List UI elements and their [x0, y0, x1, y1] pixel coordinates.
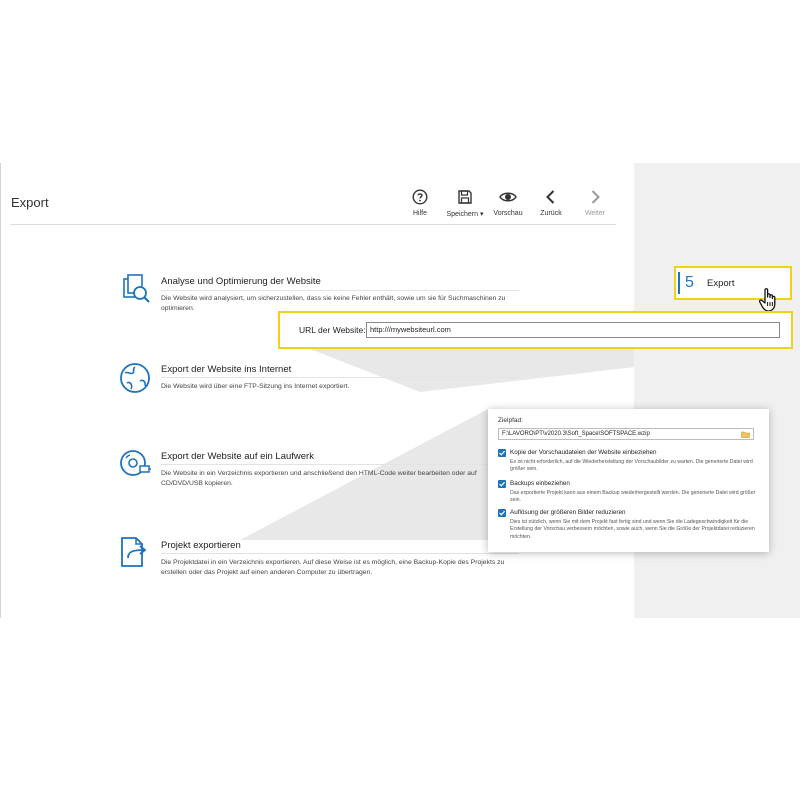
- option-label: Kopie der Vorschaudateien der Website ei…: [510, 449, 657, 456]
- section-title: Projekt exportieren: [161, 540, 241, 551]
- section-description: Die Projektdatei in ein Verzeichnis expo…: [161, 559, 505, 577]
- section-divider: [161, 377, 519, 378]
- checkmark-icon: [499, 450, 506, 456]
- step-label: Export: [707, 278, 735, 289]
- section-divider: [161, 464, 519, 465]
- next-label: Weiter: [584, 210, 606, 217]
- hand-pointer-icon: [758, 288, 776, 312]
- section-description: Die Website in ein Verzeichnis exportier…: [161, 470, 477, 488]
- window-left-border: [0, 163, 1, 618]
- checkbox[interactable]: [498, 449, 506, 457]
- analyze-icon: [123, 274, 150, 303]
- file-export-icon: [121, 537, 147, 567]
- chevron-left-icon: [546, 190, 555, 204]
- section-divider: [161, 553, 519, 554]
- floppy-disk-icon: [458, 190, 472, 204]
- option-label: Auflösung der größeren Bilder reduzieren: [510, 509, 626, 516]
- page-title: Export: [11, 195, 49, 210]
- checkbox[interactable]: [498, 509, 506, 517]
- url-callout: URL der Website: http:///mywebsiteurl.co…: [278, 311, 793, 349]
- section-title: Analyse und Optimierung der Website: [161, 276, 321, 287]
- section-analyze[interactable]: Analyse und Optimierung der Website Die …: [118, 273, 538, 313]
- folder-icon[interactable]: [741, 431, 750, 438]
- option-description: Das exportierte Projekt kann aus einem B…: [510, 490, 756, 504]
- section-export-project[interactable]: Projekt exportieren Die Projektdatei in …: [118, 536, 538, 586]
- help-icon: [412, 189, 428, 205]
- step-number: 5: [685, 274, 694, 291]
- checkmark-icon: [499, 510, 506, 516]
- section-divider: [161, 290, 519, 291]
- path-label: Zielpfad:: [498, 417, 523, 424]
- header-divider: [10, 224, 616, 225]
- next-button[interactable]: Weiter: [569, 189, 621, 217]
- disc-usb-icon: [120, 450, 151, 476]
- section-export-internet[interactable]: Export der Website ins Internet Die Webs…: [118, 361, 538, 401]
- path-input[interactable]: F:\LAVORO\PT\v2020.3\Soft_Space\SOFTSPAC…: [498, 428, 754, 440]
- export-options-panel: Zielpfad: F:\LAVORO\PT\v2020.3\Soft_Spac…: [488, 409, 769, 552]
- option-label: Backups einbeziehen: [510, 480, 570, 487]
- section-export-drive[interactable]: Export der Website auf ein Laufwerk Die …: [118, 446, 538, 496]
- section-description: Die Website wird über eine FTP-Sitzung i…: [161, 383, 350, 390]
- step-active-indicator: [678, 272, 680, 294]
- url-label: URL der Website:: [299, 325, 366, 335]
- path-value: F:\LAVORO\PT\v2020.3\Soft_Space\SOFTSPAC…: [502, 431, 650, 437]
- checkmark-icon: [499, 481, 506, 487]
- section-title: Export der Website ins Internet: [161, 364, 292, 375]
- eye-icon: [499, 192, 517, 202]
- chevron-right-icon: [591, 190, 600, 204]
- globe-icon: [120, 363, 150, 393]
- section-title: Export der Website auf ein Laufwerk: [161, 451, 314, 462]
- option-description: Dies ist nützlich, wenn Sie mit dem Proj…: [510, 519, 755, 540]
- option-description: Es ist nicht erforderlich, auf die Wiede…: [510, 459, 753, 473]
- url-input[interactable]: http:///mywebsiteurl.com: [366, 322, 780, 338]
- checkbox[interactable]: [498, 480, 506, 488]
